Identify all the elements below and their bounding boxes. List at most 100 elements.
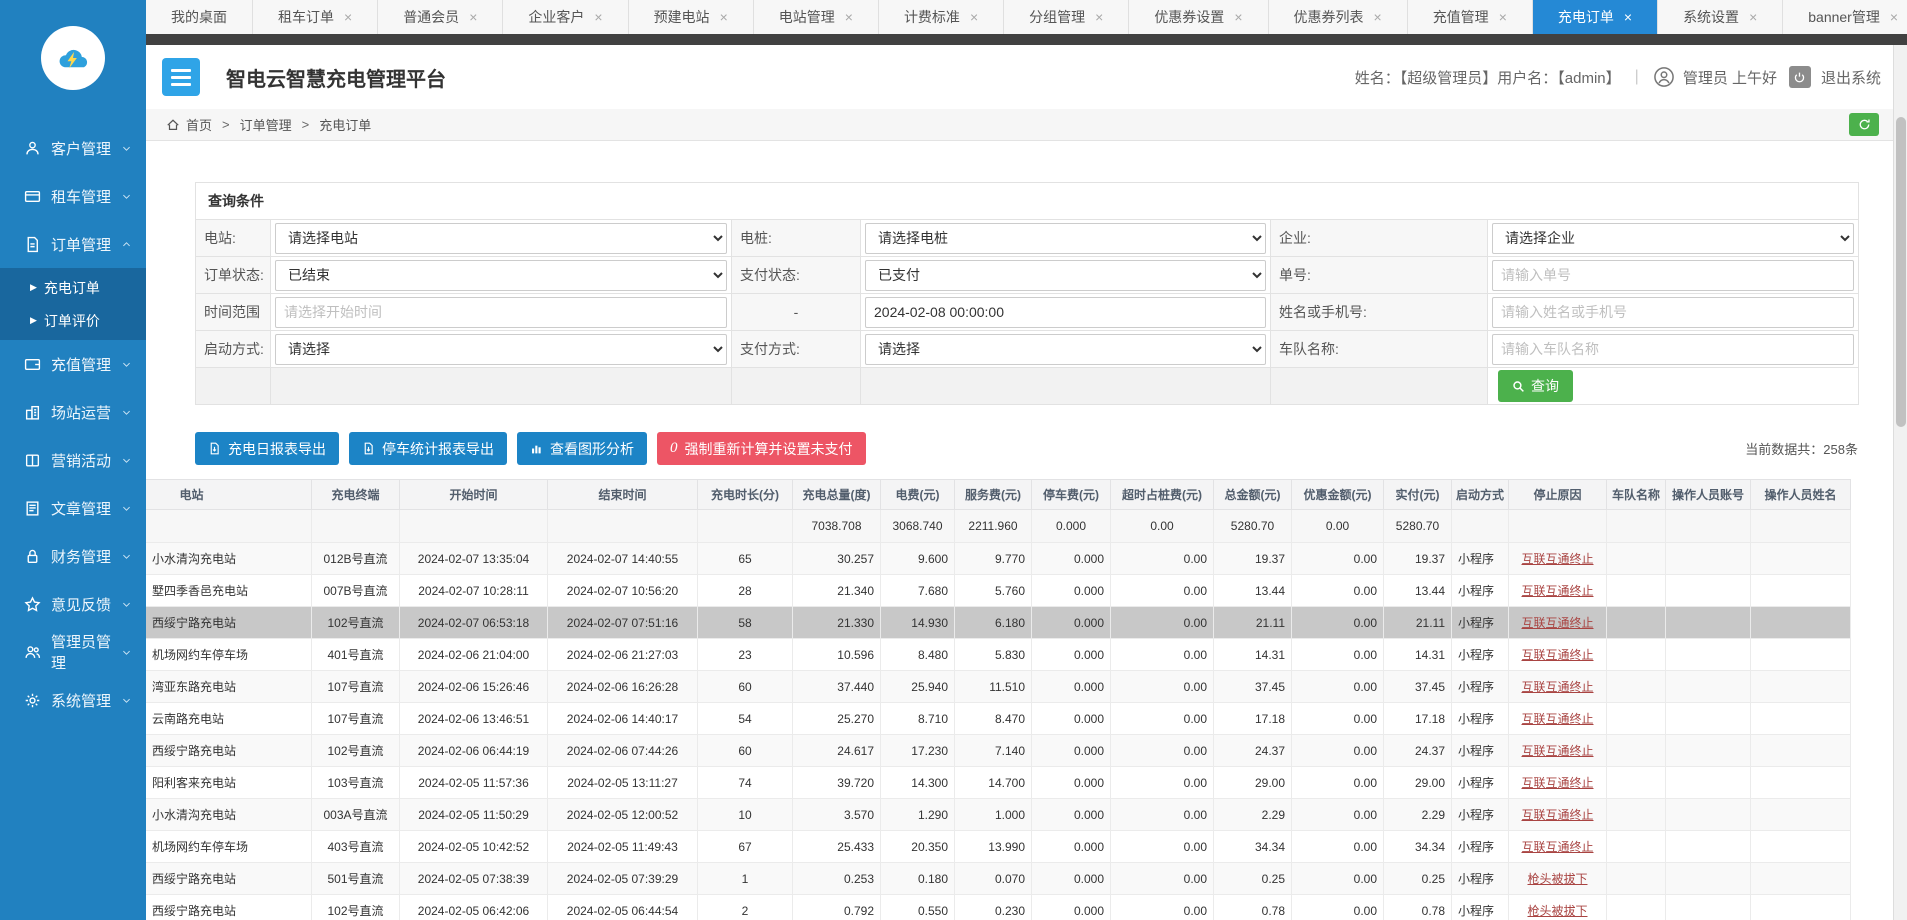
stop-reason-link[interactable]: 互联互通终止 — [1521, 648, 1593, 662]
pay-status-select[interactable]: 已支付 — [865, 260, 1266, 291]
table-row[interactable]: 小水清沟充电站003A号直流2024-02-05 11:50:292024-02… — [146, 799, 1851, 831]
stop-reason-link[interactable]: 互联互通终止 — [1521, 808, 1593, 822]
cell-stop-reason: 枪头被拔下 — [1509, 895, 1607, 920]
order-no-input[interactable] — [1492, 260, 1854, 291]
refresh-button[interactable] — [1849, 113, 1879, 136]
stop-reason-link[interactable]: 互联互通终止 — [1521, 552, 1593, 566]
cell-terminal: 103号直流 — [312, 767, 400, 799]
sidebar-subitem-订单评价[interactable]: ▶订单评价 — [0, 304, 146, 337]
enterprise-select[interactable]: 请选择企业 — [1492, 223, 1854, 254]
orders-table: 电站充电终端开始时间结束时间充电时长(分)充电总量(度)电费(元)服务费(元)停… — [146, 479, 1851, 920]
tab-label: 电站管理 — [779, 7, 835, 27]
stop-reason-link[interactable]: 枪头被拔下 — [1527, 904, 1587, 918]
tab-close-icon[interactable]: × — [1749, 10, 1757, 24]
stop-reason-link[interactable]: 互联互通终止 — [1521, 616, 1593, 630]
table-row[interactable]: 西绥宁路充电站102号直流2024-02-07 06:53:182024-02-… — [146, 607, 1851, 639]
tab-banner管理[interactable]: banner管理× — [1783, 0, 1907, 34]
tab-close-icon[interactable]: × — [594, 10, 602, 24]
fleet-name-input[interactable] — [1492, 334, 1854, 365]
tab-close-icon[interactable]: × — [1890, 10, 1898, 24]
breadcrumb-charging-orders[interactable]: 充电订单 — [319, 115, 371, 134]
tab-预建电站[interactable]: 预建电站× — [629, 0, 754, 34]
end-time-input[interactable] — [865, 297, 1266, 328]
table-row[interactable]: 西绥宁路充电站102号直流2024-02-06 06:44:192024-02-… — [146, 735, 1851, 767]
order-status-select[interactable]: 已结束 — [275, 260, 727, 291]
table-row[interactable]: 机场网约车停车场403号直流2024-02-05 10:42:522024-02… — [146, 831, 1851, 863]
tab-close-icon[interactable]: × — [1095, 10, 1103, 24]
tab-优惠券列表[interactable]: 优惠券列表× — [1269, 0, 1408, 34]
tab-close-icon[interactable]: × — [1624, 10, 1632, 24]
table-row[interactable]: 机场网约车停车场401号直流2024-02-06 21:04:002024-02… — [146, 639, 1851, 671]
power-icon[interactable] — [1789, 66, 1811, 88]
sidebar-item-customer[interactable]: 客户管理 — [0, 124, 146, 172]
tab-close-icon[interactable]: × — [1374, 10, 1382, 24]
name-or-phone-input[interactable] — [1492, 297, 1854, 328]
export-parking-stats-report-button[interactable]: 停车统计报表导出 — [349, 432, 507, 465]
cell-service-fee: 5.760 — [955, 575, 1032, 607]
table-row[interactable]: 西绥宁路充电站501号直流2024-02-05 07:38:392024-02-… — [146, 863, 1851, 895]
search-button[interactable]: 查询 — [1498, 370, 1573, 402]
table-row[interactable]: 湾亚东路充电站107号直流2024-02-06 15:26:462024-02-… — [146, 671, 1851, 703]
sidebar-item-recharge[interactable]: 充值管理 — [0, 340, 146, 388]
tab-租车订单[interactable]: 租车订单× — [253, 0, 378, 34]
sidebar-item-finance[interactable]: 财务管理 — [0, 532, 146, 580]
tab-企业客户[interactable]: 企业客户× — [503, 0, 628, 34]
table-row[interactable]: 西绥宁路充电站102号直流2024-02-05 06:42:062024-02-… — [146, 895, 1851, 920]
pay-mode-select[interactable]: 请选择 — [865, 334, 1266, 365]
tab-close-icon[interactable]: × — [845, 10, 853, 24]
user-avatar-icon — [1653, 66, 1675, 88]
table-row[interactable]: 云南路充电站107号直流2024-02-06 13:46:512024-02-0… — [146, 703, 1851, 735]
scrollbar-thumb[interactable] — [1896, 117, 1906, 427]
sidebar-item-feedback[interactable]: 意见反馈 — [0, 580, 146, 628]
tab-充值管理[interactable]: 充值管理× — [1408, 0, 1533, 34]
cell-station: 机场网约车停车场 — [146, 831, 312, 863]
tab-我的桌面[interactable]: 我的桌面 — [146, 0, 253, 34]
tab-优惠券设置[interactable]: 优惠券设置× — [1129, 0, 1268, 34]
sidebar-item-rental[interactable]: 租车管理 — [0, 172, 146, 220]
cell-electricity-fee: 0.180 — [881, 863, 955, 895]
sidebar-toggle-button[interactable] — [162, 58, 200, 96]
start-mode-select[interactable]: 请选择 — [275, 334, 727, 365]
sidebar-item-station[interactable]: 场站运营 — [0, 388, 146, 436]
sidebar-item-order[interactable]: 订单管理 — [0, 220, 146, 268]
stop-reason-link[interactable]: 互联互通终止 — [1521, 744, 1593, 758]
start-time-input[interactable] — [275, 297, 727, 328]
tab-普通会员[interactable]: 普通会员× — [378, 0, 503, 34]
stop-reason-link[interactable]: 互联互通终止 — [1521, 584, 1593, 598]
view-chart-analysis-button[interactable]: 查看图形分析 — [517, 432, 647, 465]
force-recalculate-button[interactable]: 0 强制重新计算并设置未支付 — [657, 432, 866, 465]
station-select[interactable]: 请选择电站 — [275, 223, 727, 254]
tab-close-icon[interactable]: × — [970, 10, 978, 24]
stop-reason-link[interactable]: 互联互通终止 — [1521, 680, 1593, 694]
vertical-scrollbar[interactable] — [1893, 45, 1907, 920]
sidebar-item-admin[interactable]: 管理员管理 — [0, 628, 146, 676]
table-row[interactable]: 小水清沟充电站012B号直流2024-02-07 13:35:042024-02… — [146, 543, 1851, 575]
tab-充电订单[interactable]: 充电订单× — [1533, 0, 1658, 34]
stop-reason-link[interactable]: 互联互通终止 — [1521, 840, 1593, 854]
table-row[interactable]: 阳利客来充电站103号直流2024-02-05 11:57:362024-02-… — [146, 767, 1851, 799]
sidebar-item-marketing[interactable]: 营销活动 — [0, 436, 146, 484]
tab-close-icon[interactable]: × — [344, 10, 352, 24]
tab-电站管理[interactable]: 电站管理 × — [754, 0, 879, 34]
export-charging-daily-report-button[interactable]: 充电日报表导出 — [195, 432, 339, 465]
sidebar-item-system[interactable]: 系统管理 — [0, 676, 146, 724]
sidebar-subitem-充电订单[interactable]: ▶充电订单 — [0, 271, 146, 304]
breadcrumb-order-management[interactable]: 订单管理 — [240, 115, 292, 134]
stop-reason-link[interactable]: 枪头被拔下 — [1527, 872, 1587, 886]
table-row[interactable]: 墅四季香邑充电站007B号直流2024-02-07 10:28:112024-0… — [146, 575, 1851, 607]
cell-discount-amount: 0.00 — [1292, 863, 1384, 895]
tab-close-icon[interactable]: × — [469, 10, 477, 24]
summary-cell-total-amount: 5280.70 — [1214, 510, 1292, 543]
pile-select[interactable]: 请选择电桩 — [865, 223, 1266, 254]
stop-reason-link[interactable]: 互联互通终止 — [1521, 712, 1593, 726]
stop-reason-link[interactable]: 互联互通终止 — [1521, 776, 1593, 790]
tab-close-icon[interactable]: × — [1499, 10, 1507, 24]
tab-计费标准[interactable]: 计费标准× — [879, 0, 1004, 34]
tab-分组管理[interactable]: 分组管理× — [1004, 0, 1129, 34]
sidebar-item-article[interactable]: 文章管理 — [0, 484, 146, 532]
tab-close-icon[interactable]: × — [1234, 10, 1242, 24]
tab-系统设置[interactable]: 系统设置× — [1658, 0, 1783, 34]
tab-close-icon[interactable]: × — [720, 10, 728, 24]
logout-button[interactable]: 退出系统 — [1821, 67, 1881, 88]
breadcrumb-home[interactable]: 首页 — [186, 115, 212, 134]
